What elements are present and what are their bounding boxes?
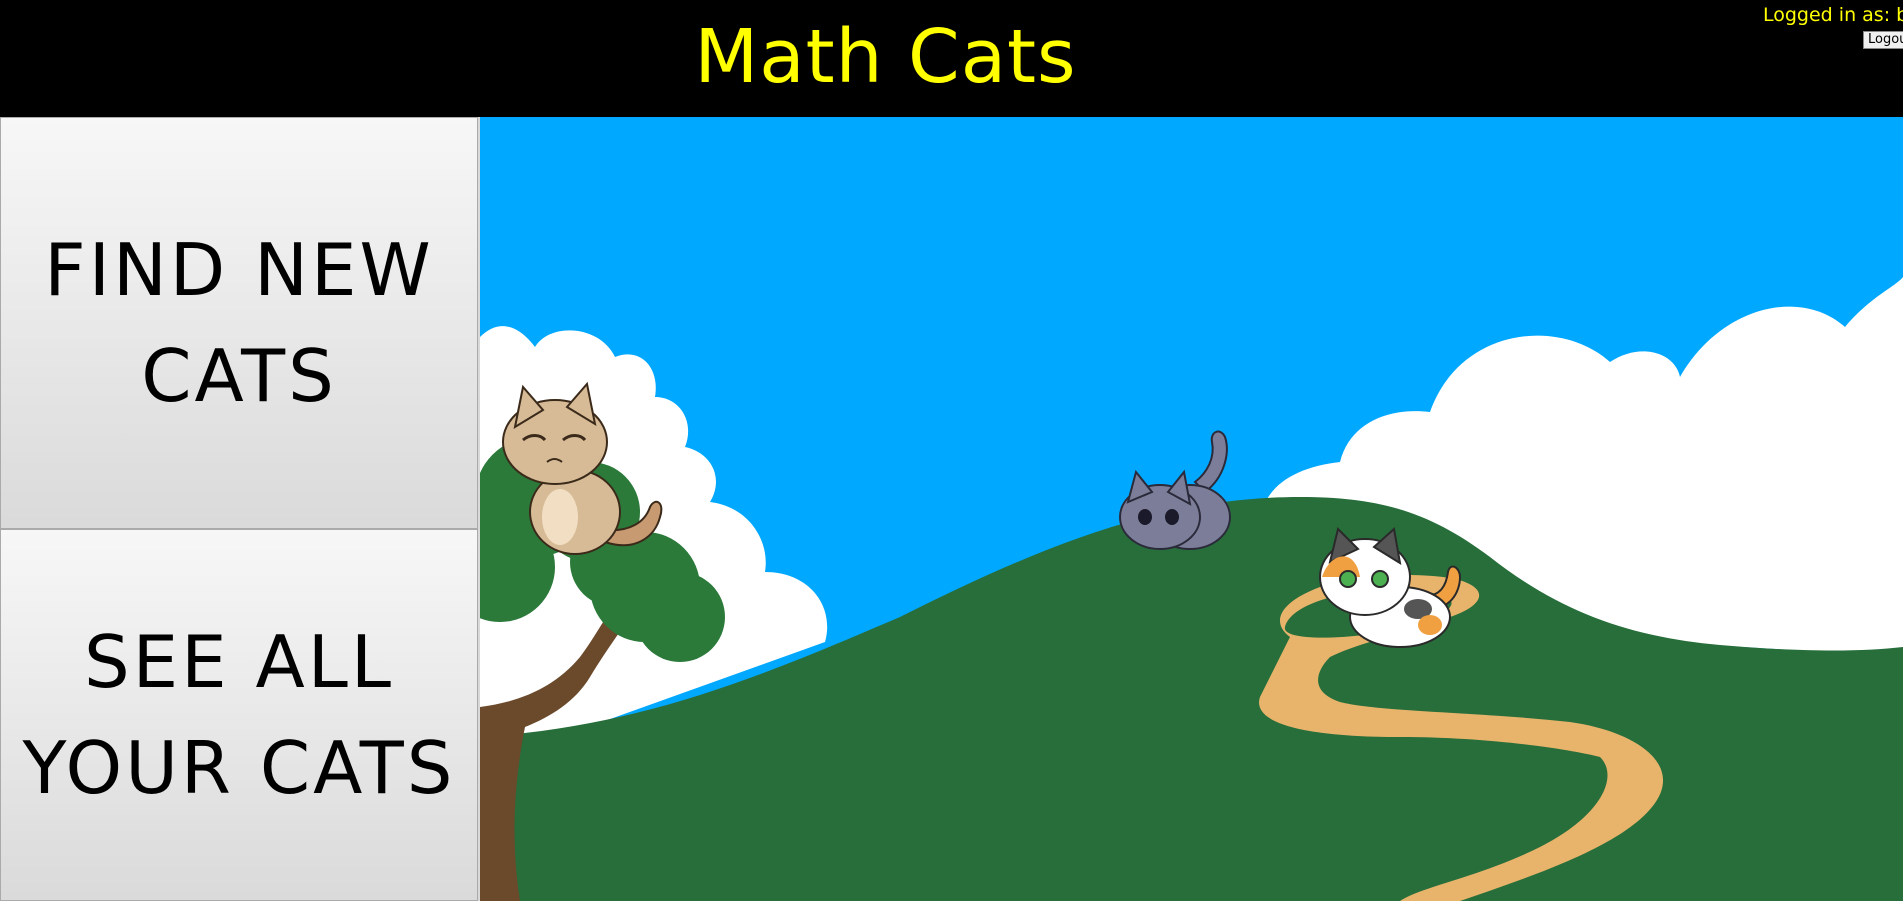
nav-panel: FIND NEW CATS SEE ALL YOUR CATS	[0, 117, 480, 901]
see-all-cats-label: SEE ALL YOUR CATS	[22, 620, 456, 810]
see-all-cats-button[interactable]: SEE ALL YOUR CATS	[0, 529, 478, 901]
header-bar: Math Cats Logged in as: bo Logout	[0, 0, 1903, 117]
cat-world-scene	[480, 117, 1903, 901]
scene-illustration	[480, 117, 1903, 901]
app-title: Math Cats	[694, 14, 1077, 100]
login-status: Logged in as: bo	[1763, 4, 1903, 26]
find-new-cats-label: FIND NEW CATS	[44, 228, 434, 418]
find-new-cats-button[interactable]: FIND NEW CATS	[0, 117, 478, 529]
logout-button[interactable]: Logout	[1863, 31, 1903, 49]
